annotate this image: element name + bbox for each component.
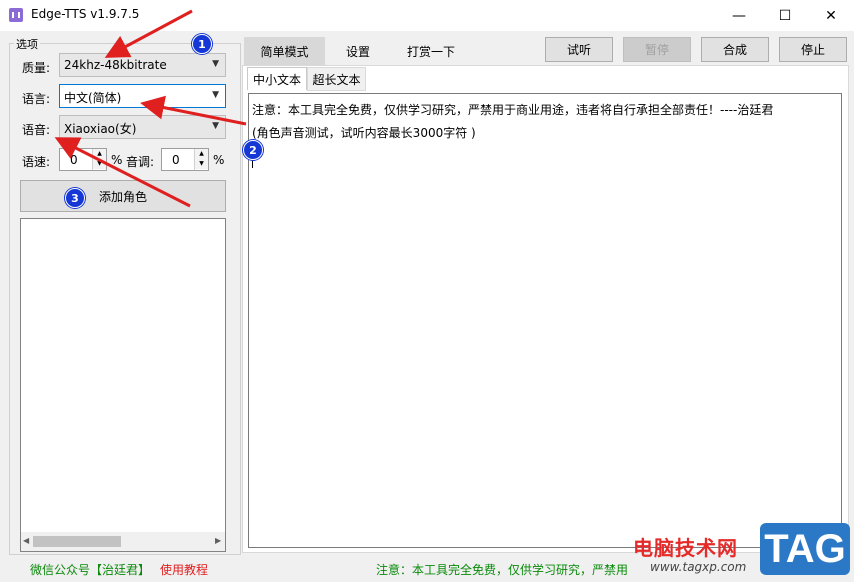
arrow-2a [140, 95, 247, 126]
annotation-arrows [54, 9, 247, 208]
watermark-tag-logo: TAG [760, 523, 850, 575]
arrow-1 [104, 9, 193, 58]
annotation-badge-2: 2 [243, 140, 263, 160]
annotation-badge-1: 1 [192, 34, 212, 54]
annotation-badge-3: 3 [65, 188, 85, 208]
watermark-site-name: 电脑技术网 [633, 536, 738, 560]
watermark-url: www.tagxp.com [650, 560, 747, 574]
